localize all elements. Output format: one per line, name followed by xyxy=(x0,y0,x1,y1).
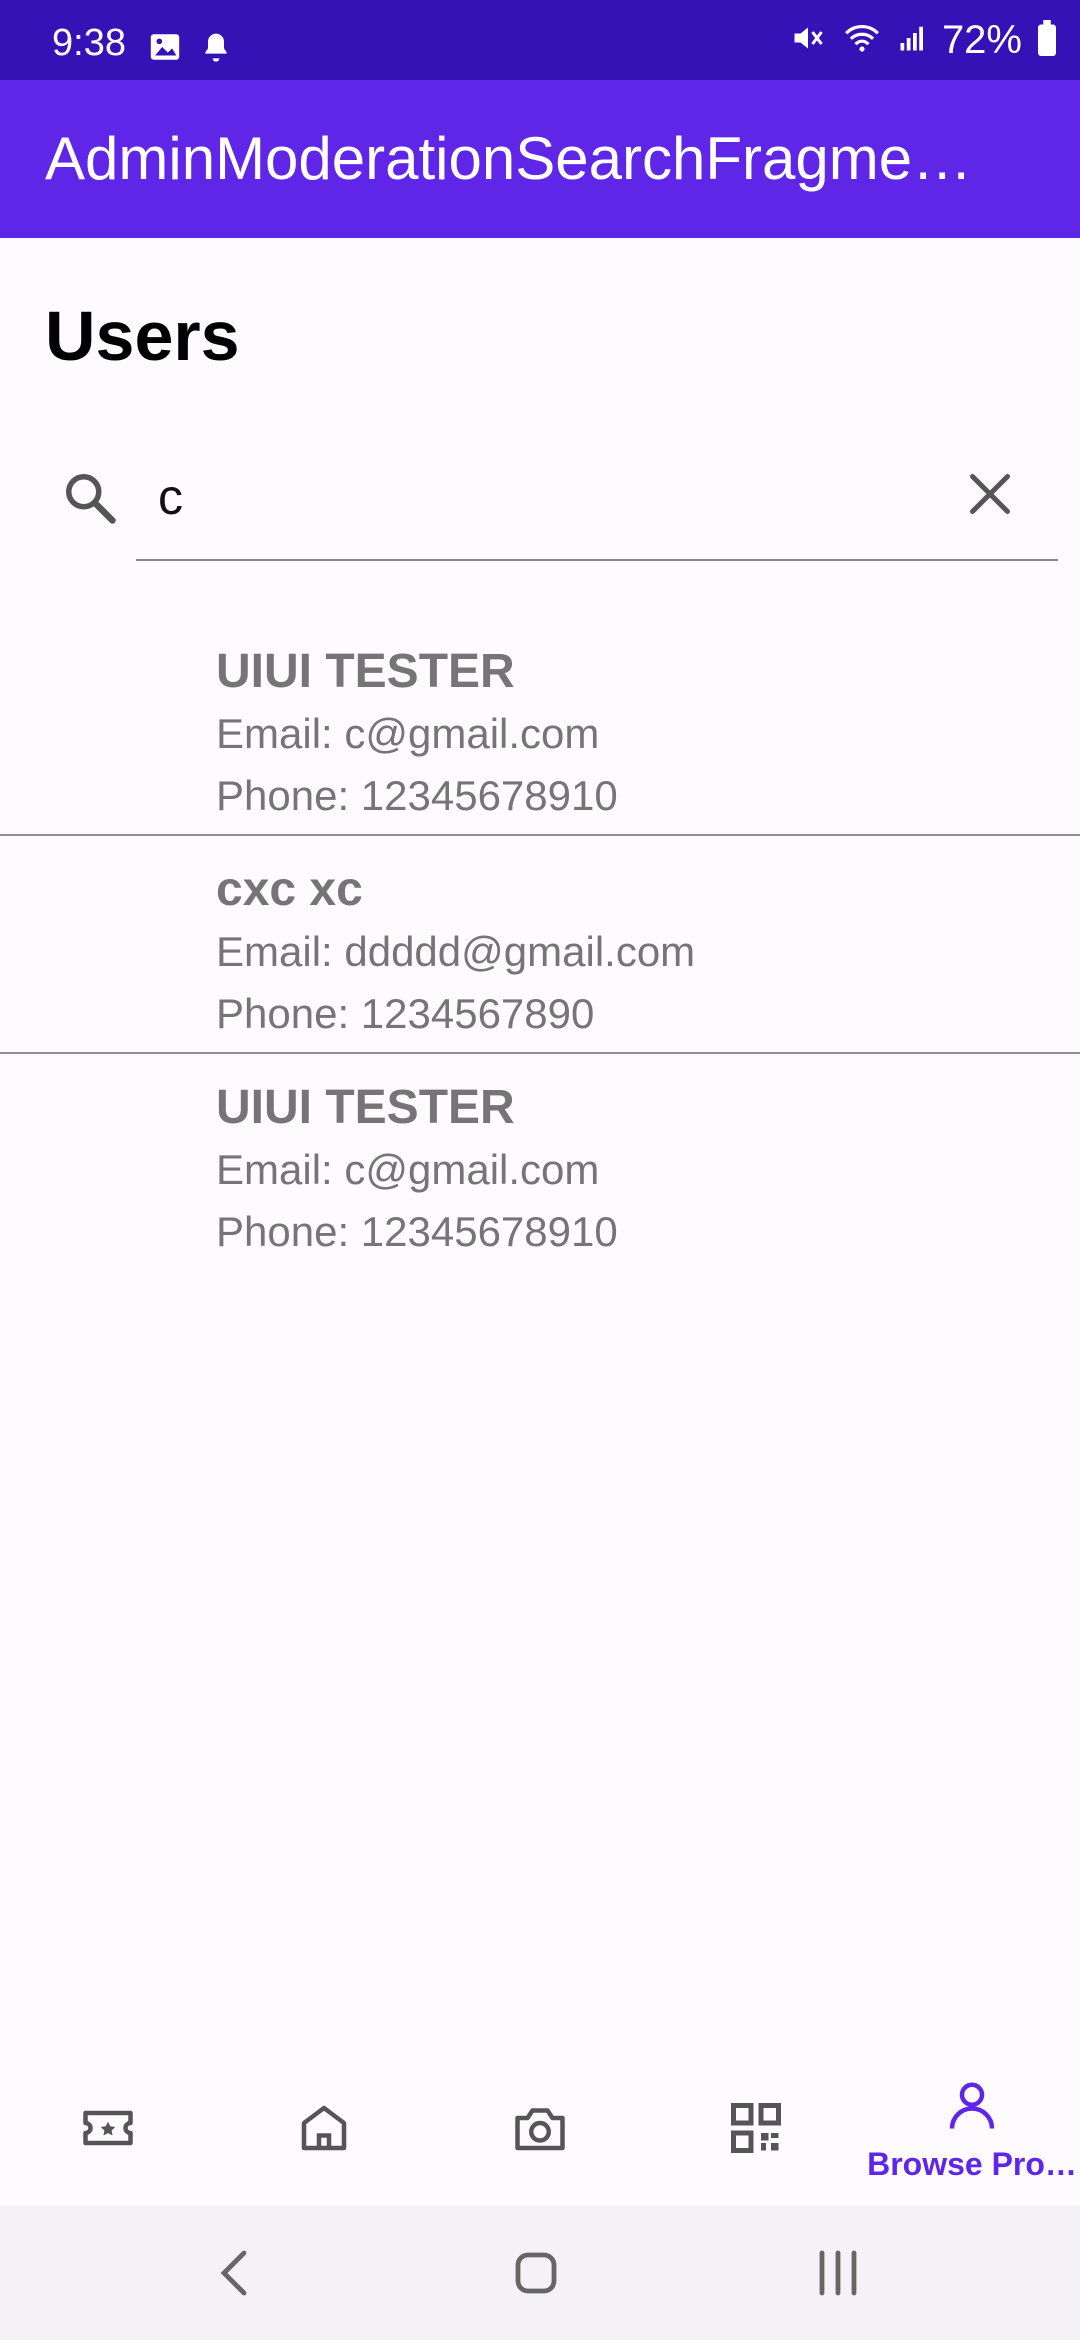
app-bar-title: AdminModerationSearchFragme… xyxy=(45,125,973,192)
search-icon xyxy=(60,468,120,533)
page-title: Users xyxy=(45,297,240,375)
wifi-icon xyxy=(840,19,884,62)
status-bar: 9:38 72% xyxy=(0,0,1080,80)
user-name: UIUI TESTER xyxy=(216,1081,515,1134)
nav-item-home[interactable] xyxy=(216,2046,432,2206)
search-input[interactable] xyxy=(158,462,938,532)
user-phone: Phone: 12345678910 xyxy=(216,772,618,819)
list-divider xyxy=(0,1052,1080,1054)
nav-item-qr-code[interactable] xyxy=(648,2046,864,2206)
recent-apps-icon[interactable] xyxy=(798,2241,878,2305)
nav-label-browse-profiles: Browse Pro… xyxy=(867,2146,1077,2182)
clear-search-button[interactable] xyxy=(960,464,1020,524)
home-button-icon[interactable] xyxy=(496,2241,576,2305)
status-left-icons xyxy=(148,30,232,69)
notification-bell-icon xyxy=(200,30,232,69)
nav-item-ticket[interactable] xyxy=(0,2046,216,2206)
mute-icon xyxy=(790,20,826,61)
back-icon[interactable] xyxy=(196,2241,276,2305)
gallery-icon xyxy=(148,30,182,69)
user-list-item[interactable]: cxc xc Email: ddddd@gmail.com Phone: 123… xyxy=(0,844,1080,1052)
close-icon[interactable] xyxy=(960,474,1020,528)
status-right-icons: 72% xyxy=(790,18,1058,63)
user-email: Email: ddddd@gmail.com xyxy=(216,928,696,975)
user-phone: Phone: 1234567890 xyxy=(216,990,595,1037)
nav-item-camera[interactable] xyxy=(432,2046,648,2206)
user-list-item[interactable]: UIUI TESTER Email: c@gmail.com Phone: 12… xyxy=(0,626,1080,834)
nav-item-browse-profiles[interactable]: Browse Pro… xyxy=(864,2046,1080,2206)
user-name: UIUI TESTER xyxy=(216,645,515,698)
user-phone: Phone: 12345678910 xyxy=(216,1208,618,1255)
battery-icon xyxy=(1036,20,1058,61)
user-name: cxc xc xyxy=(216,863,363,916)
list-divider xyxy=(0,834,1080,836)
user-email: Email: c@gmail.com xyxy=(216,710,600,757)
search-underline xyxy=(136,559,1058,561)
signal-icon xyxy=(898,21,928,60)
battery-percentage: 72% xyxy=(941,18,1022,62)
app-bar: AdminModerationSearchFragme… xyxy=(0,80,1080,238)
bottom-navigation: Browse Pro… xyxy=(0,2046,1080,2206)
status-time: 9:38 xyxy=(52,22,126,64)
user-list-item[interactable]: UIUI TESTER Email: c@gmail.com Phone: 12… xyxy=(0,1062,1080,1270)
user-email: Email: c@gmail.com xyxy=(216,1146,600,1193)
system-navigation-bar xyxy=(0,2206,1080,2340)
